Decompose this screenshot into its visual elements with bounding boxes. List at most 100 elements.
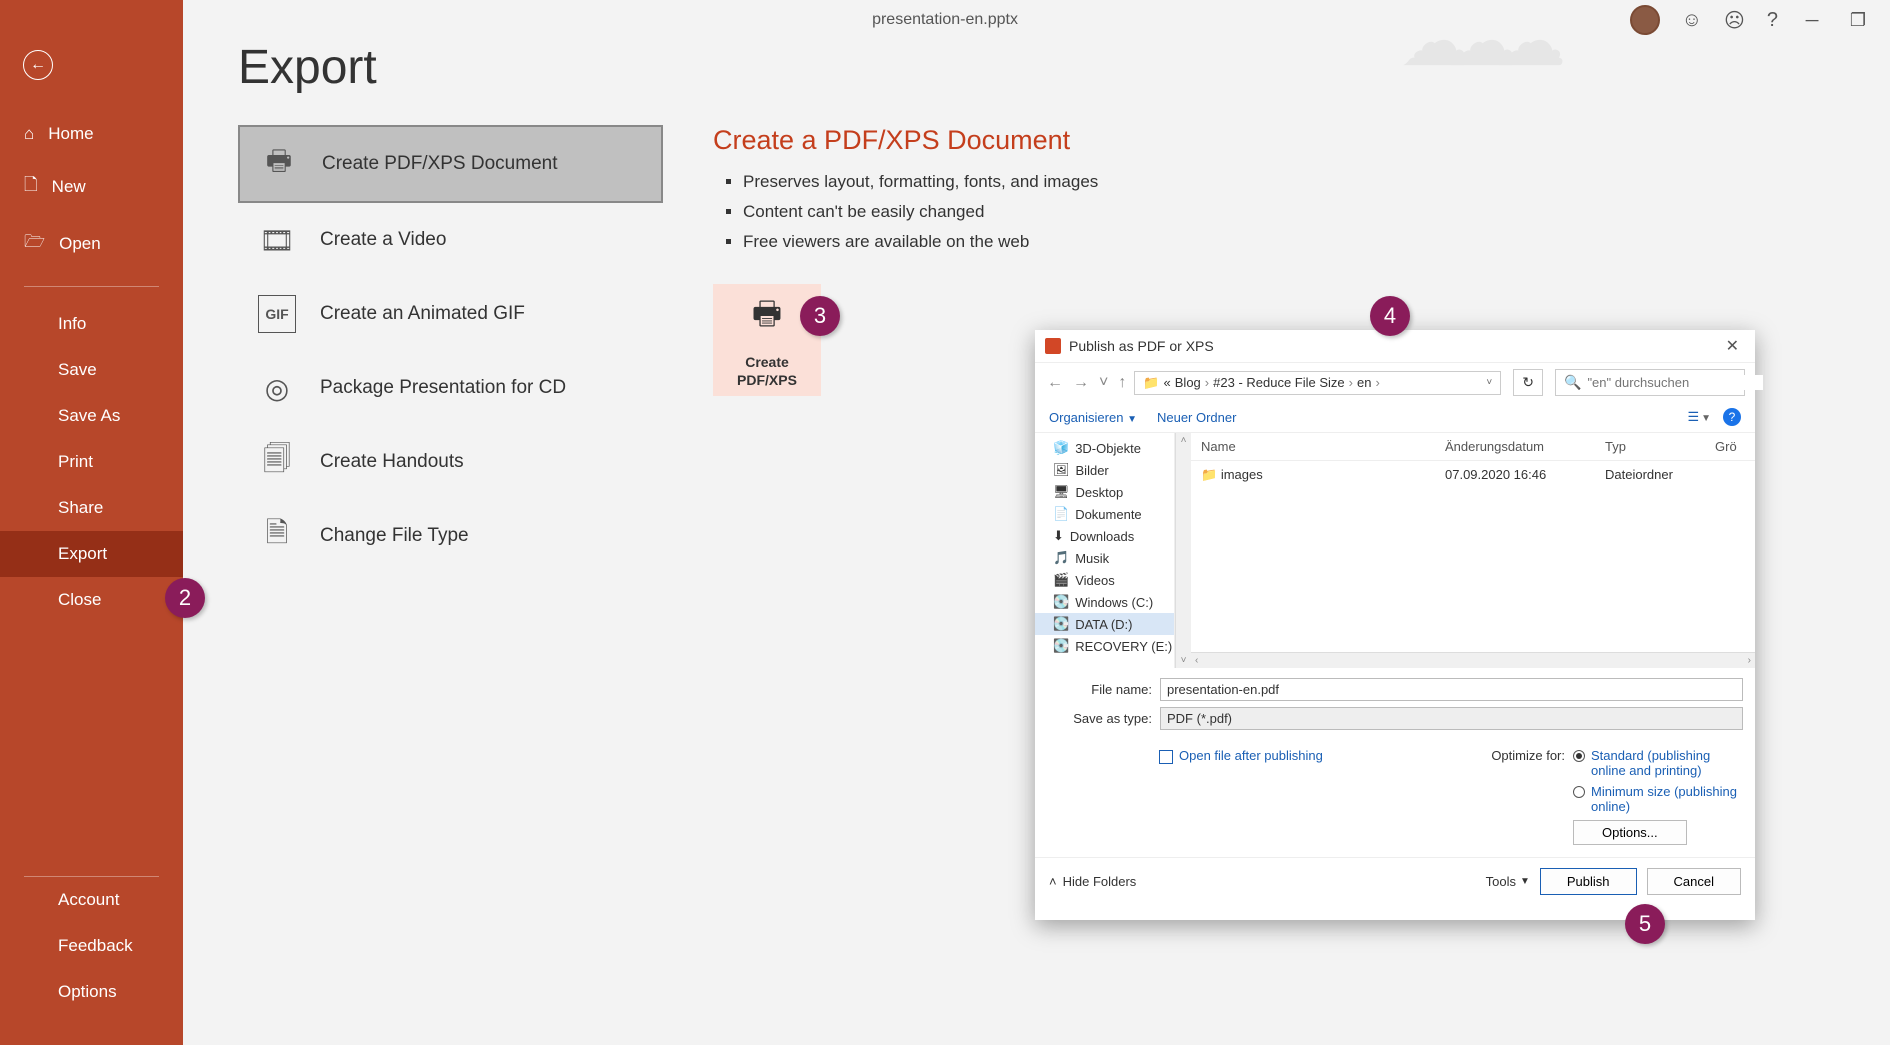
- col-date[interactable]: Änderungsdatum: [1435, 433, 1595, 460]
- callout-3: 3: [800, 296, 840, 336]
- col-name[interactable]: Name: [1191, 433, 1435, 460]
- sidebar-item-feedback[interactable]: Feedback: [0, 923, 183, 969]
- filename-input[interactable]: presentation-en.pdf: [1160, 678, 1743, 701]
- publish-dialog: Publish as PDF or XPS ✕ ← → ˅ ↑ 📁 « Blog…: [1035, 330, 1755, 920]
- optimize-minimum-radio[interactable]: [1573, 786, 1585, 798]
- chevron-down-icon: ▼: [1127, 414, 1137, 425]
- sidebar-item-close[interactable]: Close: [0, 577, 183, 623]
- savetype-select[interactable]: PDF (*.pdf): [1160, 707, 1743, 730]
- detail-bullet: Free viewers are available on the web: [743, 232, 1835, 252]
- back-arrow-icon: ←: [30, 56, 46, 74]
- detail-heading: Create a PDF/XPS Document: [713, 125, 1835, 156]
- breadcrumb-bar[interactable]: 📁 « Blog › #23 - Reduce File Size › en ›…: [1134, 371, 1501, 395]
- chevron-right-icon: ›: [1375, 375, 1379, 390]
- search-input[interactable]: [1587, 375, 1763, 390]
- callout-4: 4: [1370, 296, 1410, 336]
- nav-back-icon[interactable]: ←: [1045, 374, 1065, 392]
- chevron-right-icon: ›: [1205, 375, 1209, 390]
- sidebar-item-saveas[interactable]: Save As: [0, 393, 183, 439]
- file-scrollbar[interactable]: ‹›: [1191, 652, 1755, 668]
- sidebar-item-new[interactable]: 🗋 New: [0, 158, 183, 215]
- button-line1: Create: [745, 354, 789, 370]
- sidebar-item-export[interactable]: Export: [0, 531, 183, 577]
- sidebar-item-options[interactable]: Options: [0, 969, 183, 1015]
- refresh-button[interactable]: ↻: [1513, 369, 1543, 396]
- organize-menu[interactable]: Organisieren ▼: [1049, 410, 1137, 425]
- export-option-label: Package Presentation for CD: [320, 377, 566, 399]
- tools-menu[interactable]: Tools ▼: [1486, 874, 1530, 889]
- sidebar-item-home[interactable]: ⌂ Home: [0, 110, 183, 158]
- export-option-label: Create PDF/XPS Document: [322, 153, 557, 175]
- export-option-changetype[interactable]: 🗎 Change File Type: [238, 499, 663, 573]
- export-option-label: Create an Animated GIF: [320, 303, 525, 325]
- chevron-up-icon: ˄: [1049, 874, 1057, 889]
- export-option-label: Create a Video: [320, 229, 446, 251]
- chevron-down-icon[interactable]: ˅: [1486, 377, 1492, 388]
- detail-bullet: Preserves layout, formatting, fonts, and…: [743, 172, 1835, 192]
- file-list: Name Änderungsdatum Typ Grö 📁 images 07.…: [1191, 433, 1755, 668]
- new-icon: 🗋: [24, 172, 38, 201]
- sidebar-item-account[interactable]: Account: [0, 877, 183, 923]
- search-box[interactable]: 🔍: [1555, 369, 1745, 396]
- export-option-label: Create Handouts: [320, 451, 464, 473]
- publish-button[interactable]: Publish: [1540, 868, 1637, 895]
- sidebar-item-label: Open: [59, 234, 101, 254]
- search-icon: 🔍: [1564, 374, 1581, 391]
- export-option-gif[interactable]: GIF Create an Animated GIF: [238, 277, 663, 351]
- gif-icon: GIF: [258, 295, 296, 333]
- export-option-cd[interactable]: ◎ Package Presentation for CD: [238, 351, 663, 425]
- sidebar-item-info[interactable]: Info: [0, 301, 183, 347]
- sidebar-item-print[interactable]: Print: [0, 439, 183, 485]
- chevron-right-icon: ›: [1349, 375, 1353, 390]
- optimize-label: Optimize for:: [1491, 748, 1565, 845]
- savetype-label: Save as type:: [1047, 711, 1152, 726]
- breadcrumb-item[interactable]: #23 - Reduce File Size: [1213, 375, 1345, 390]
- col-type[interactable]: Typ: [1595, 433, 1705, 460]
- breadcrumb-item[interactable]: Blog: [1175, 375, 1201, 390]
- help-icon[interactable]: ?: [1723, 408, 1741, 426]
- callout-2: 2: [165, 578, 205, 618]
- filename-label: File name:: [1047, 682, 1152, 697]
- sidebar-item-label: New: [52, 177, 86, 197]
- cancel-button[interactable]: Cancel: [1647, 868, 1741, 895]
- handouts-icon: 🗐: [258, 443, 296, 481]
- options-button[interactable]: Options...: [1573, 820, 1687, 845]
- export-option-handouts[interactable]: 🗐 Create Handouts: [238, 425, 663, 499]
- nav-up-icon[interactable]: ↑: [1116, 374, 1128, 392]
- export-option-label: Change File Type: [320, 525, 469, 547]
- view-menu[interactable]: ☰▼: [1687, 409, 1711, 425]
- file-row[interactable]: 📁 images 07.09.2020 16:46 Dateiordner: [1191, 461, 1755, 489]
- folder-tree[interactable]: 🧊3D-Objekte 🖼Bilder 🖥Desktop 📄Dokumente …: [1035, 433, 1175, 668]
- back-button[interactable]: ←: [23, 50, 183, 80]
- changetype-icon: 🗎: [258, 517, 296, 555]
- breadcrumb-item[interactable]: en: [1357, 375, 1371, 390]
- hide-folders-button[interactable]: Hide Folders: [1063, 874, 1137, 889]
- detail-bullet: Content can't be easily changed: [743, 202, 1835, 222]
- sidebar-item-open[interactable]: 🗁 Open: [0, 215, 183, 272]
- close-button[interactable]: ✕: [1720, 336, 1745, 356]
- callout-5: 5: [1625, 904, 1665, 944]
- create-pdfxps-button[interactable]: 🖶 Create PDF/XPS: [713, 284, 821, 396]
- optimize-minimum-label: Minimum size (publishing online): [1591, 784, 1741, 814]
- dialog-title: Publish as PDF or XPS: [1069, 338, 1214, 354]
- col-size[interactable]: Grö: [1705, 433, 1755, 460]
- open-after-checkbox[interactable]: [1159, 750, 1173, 764]
- sidebar-item-save[interactable]: Save: [0, 347, 183, 393]
- nav-recent-icon[interactable]: ˅: [1097, 374, 1110, 392]
- new-folder-button[interactable]: Neuer Ordner: [1157, 410, 1236, 425]
- export-option-pdfxps[interactable]: 🖶 Create PDF/XPS Document: [238, 125, 663, 203]
- powerpoint-icon: [1045, 338, 1061, 354]
- breadcrumb-item: «: [1164, 375, 1171, 390]
- button-line2: PDF/XPS: [737, 372, 797, 388]
- nav-forward-icon[interactable]: →: [1071, 374, 1091, 392]
- page-title: Export: [238, 40, 1835, 95]
- video-icon: 🎞: [258, 221, 296, 259]
- sidebar-item-share[interactable]: Share: [0, 485, 183, 531]
- printer-icon: 🖶: [752, 291, 782, 345]
- optimize-standard-radio[interactable]: [1573, 750, 1585, 762]
- backstage-sidebar: ← ⌂ Home 🗋 New 🗁 Open Info Save Save As …: [0, 0, 183, 1045]
- chevron-down-icon: ▼: [1520, 876, 1530, 887]
- tree-scrollbar[interactable]: ˄˅: [1175, 433, 1191, 668]
- export-option-video[interactable]: 🎞 Create a Video: [238, 203, 663, 277]
- divider: [24, 286, 159, 287]
